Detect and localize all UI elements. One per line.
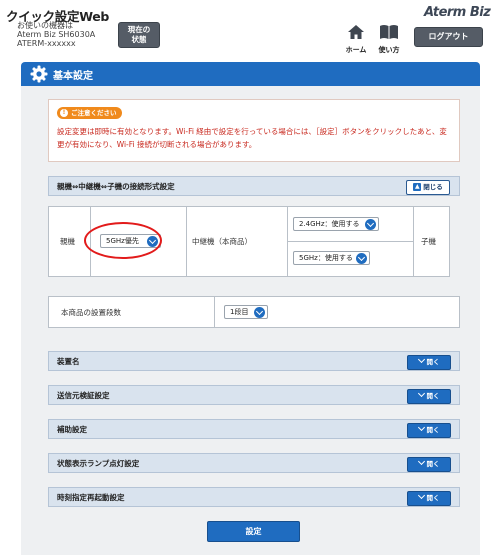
notice-text: 設定変更は即時に有効となります。Wi-Fi 経由で設定を行っている場合には、［設… bbox=[57, 127, 447, 149]
chevron-down-icon bbox=[417, 457, 425, 466]
brand-logo: Aterm Biz bbox=[424, 5, 491, 20]
band-5-select[interactable]: 5GHz：使用する bbox=[293, 251, 370, 265]
panel-source-verification[interactable]: 送信元検証設定 開く bbox=[48, 385, 460, 405]
logout-button[interactable]: ログアウト bbox=[414, 27, 483, 47]
panel-status-lamp[interactable]: 状態表示ランプ点灯設定 開く bbox=[48, 453, 460, 473]
band-24-value: 2.4GHz：使用する bbox=[299, 220, 360, 228]
panel-scheduled-reboot[interactable]: 時刻指定再起動設定 開く bbox=[48, 487, 460, 507]
band-24-select[interactable]: 2.4GHz：使用する bbox=[293, 217, 379, 231]
chevron-down-icon bbox=[417, 355, 425, 364]
gear-icon bbox=[30, 65, 48, 83]
close-label: 閉じる bbox=[423, 183, 443, 191]
open-button[interactable]: 開く bbox=[407, 423, 451, 438]
manual-button[interactable]: 使い方 bbox=[374, 24, 404, 54]
connection-panel-title: 親機⇔中継機⇔子機の接続形式設定 bbox=[57, 182, 175, 191]
close-button[interactable]: ▲ 閉じる bbox=[406, 180, 450, 195]
device-model: Aterm Biz SH6030A bbox=[17, 30, 96, 39]
relay-label: 中継機（本商品） bbox=[192, 237, 252, 246]
highlight-annotation bbox=[84, 222, 162, 259]
open-label: 開く bbox=[426, 460, 440, 468]
status-button-line1: 現在の bbox=[127, 25, 151, 34]
panel-device-name[interactable]: 装置名 開く bbox=[48, 351, 460, 371]
open-button[interactable]: 開く bbox=[407, 355, 451, 370]
stage-value: 1段目 bbox=[230, 308, 249, 316]
chevron-down-icon bbox=[417, 423, 425, 432]
open-label: 開く bbox=[426, 494, 440, 502]
stage-select[interactable]: 1段目 bbox=[224, 305, 268, 319]
stage-label: 本商品の設置段数 bbox=[61, 308, 121, 317]
band-5-value: 5GHz：使用する bbox=[299, 254, 353, 262]
panel-title: 状態表示ランプ点灯設定 bbox=[57, 459, 140, 468]
stage-row: 本商品の設置段数 1段目 bbox=[48, 296, 460, 328]
notice-box: ! ご注意ください 設定変更は即時に有効となります。Wi-Fi 経由で設定を行っ… bbox=[48, 99, 460, 162]
status-button-line2: 状態 bbox=[131, 35, 147, 44]
section-header: 基本設定 bbox=[21, 62, 480, 86]
device-label: お使いの機器は bbox=[17, 21, 73, 30]
section-title: 基本設定 bbox=[53, 71, 93, 82]
chevron-up-icon: ▲ bbox=[413, 183, 422, 191]
open-button[interactable]: 開く bbox=[407, 389, 451, 404]
connection-panel-header: 親機⇔中継機⇔子機の接続形式設定 ▲ 閉じる bbox=[48, 176, 460, 196]
home-icon bbox=[348, 25, 364, 39]
device-info: お使いの機器は Aterm Biz SH6030A ATERM-xxxxxx bbox=[17, 21, 117, 48]
home-button[interactable]: ホーム bbox=[342, 24, 370, 54]
chevron-down-icon bbox=[417, 491, 425, 500]
chevron-down-icon bbox=[356, 253, 367, 264]
current-status-button[interactable]: 現在の 状態 bbox=[118, 22, 160, 48]
open-label: 開く bbox=[426, 426, 440, 434]
panel-title: 補助設定 bbox=[57, 425, 87, 434]
device-name: ATERM-xxxxxx bbox=[17, 39, 76, 48]
notice-badge-label: ご注意ください bbox=[71, 109, 117, 117]
notice-badge: ! ご注意ください bbox=[57, 107, 122, 119]
home-label: ホーム bbox=[345, 46, 367, 54]
chevron-down-icon bbox=[365, 219, 376, 230]
chevron-down-icon bbox=[417, 389, 425, 398]
save-button[interactable]: 設定 bbox=[207, 521, 300, 542]
exclamation-icon: ! bbox=[60, 109, 68, 117]
open-label: 開く bbox=[426, 358, 440, 366]
open-button[interactable]: 開く bbox=[407, 491, 451, 506]
panel-auxiliary[interactable]: 補助設定 開く bbox=[48, 419, 460, 439]
panel-title: 送信元検証設定 bbox=[57, 391, 110, 400]
parent-label: 親機 bbox=[60, 237, 75, 246]
open-button[interactable]: 開く bbox=[407, 457, 451, 472]
book-icon bbox=[380, 25, 398, 39]
panel-title: 装置名 bbox=[57, 357, 80, 366]
child-label: 子機 bbox=[421, 237, 436, 246]
panel-title: 時刻指定再起動設定 bbox=[57, 493, 125, 502]
manual-label: 使い方 bbox=[378, 46, 400, 54]
open-label: 開く bbox=[426, 392, 440, 400]
chevron-down-icon bbox=[254, 307, 265, 318]
